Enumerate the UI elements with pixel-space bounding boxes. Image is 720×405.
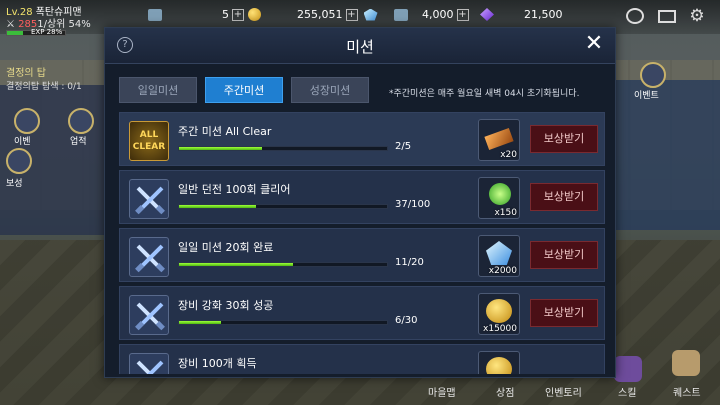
claim-reward-button[interactable]: 보상받기	[530, 299, 598, 327]
gold-coin-icon	[248, 8, 261, 21]
mission-row: 일반 던전 100회 클리어 37/100 x150 보상받기	[119, 170, 605, 224]
mission-progress-bar	[178, 146, 388, 151]
reward-item[interactable]: x15000	[478, 293, 520, 335]
exp-bar: EXP 28%	[6, 28, 66, 36]
mission-title: 일반 던전 100회 클리어	[178, 183, 291, 196]
quest-menu-icon[interactable]	[672, 350, 700, 376]
mission-row: 장비 100개 획득	[119, 344, 605, 374]
all-clear-badge-top: ALL	[139, 130, 159, 140]
menu-skill[interactable]: 스킬	[618, 384, 636, 399]
gem-counter: 4,000 +	[394, 8, 469, 21]
mission-title: 장비 100개 획득	[178, 357, 257, 370]
mission-progress-bar	[178, 204, 388, 209]
all-clear-badge-bottom: CLEAR	[132, 142, 166, 152]
event-right-label: 이벤트	[634, 91, 659, 101]
mission-progress-fill	[179, 321, 221, 324]
event-side-button[interactable]	[14, 108, 40, 134]
achievement-side-button[interactable]	[68, 108, 94, 134]
menu-inventory[interactable]: 인벤토리	[545, 384, 582, 399]
reward-item[interactable]: x20	[478, 119, 520, 161]
menu-village-map[interactable]: 마을맵	[428, 384, 456, 399]
mission-count: 2/5	[395, 141, 412, 152]
mission-progress-fill	[179, 263, 294, 266]
add-stamina-button[interactable]: +	[232, 8, 244, 21]
tab-daily[interactable]: 일일미션	[119, 77, 197, 103]
exp-label: EXP 28%	[31, 28, 63, 36]
mission-count: 6/30	[395, 315, 418, 326]
reward-quantity: x2000	[488, 266, 517, 276]
reward-item[interactable]: x2000	[478, 235, 520, 277]
exp-bar-fill	[7, 31, 24, 35]
mission-count: 37/100	[395, 199, 431, 210]
reward-quantity: x150	[494, 208, 517, 218]
tab-growth[interactable]: 성장미션	[291, 77, 369, 103]
crystal-counter: 21,500	[480, 8, 563, 21]
purple-crystal-icon	[480, 8, 494, 21]
gem-ticket-icon	[394, 8, 408, 21]
gems-value: 4,000	[422, 8, 454, 21]
gear-icon[interactable]: ⚙	[688, 8, 706, 25]
crossed-swords-small-icon: ⚔	[6, 19, 15, 30]
skill-menu-icon[interactable]	[614, 356, 642, 382]
crossed-swords-icon	[129, 179, 169, 219]
crystals-value: 21,500	[524, 8, 563, 21]
mission-dialog: ? 미션 ✕ 일일미션 주간미션 성장미션 *주간미션은 매주 월요일 새벽 0…	[104, 27, 616, 378]
mission-title: 주간 미션 All Clear	[178, 125, 272, 138]
quest-progress[interactable]: 결정의탑 탐색 : 0/1	[6, 79, 82, 92]
add-gems-button[interactable]: +	[456, 8, 469, 21]
gold-counter: 255,051 +	[297, 8, 378, 21]
reward-quantity: x20	[500, 150, 517, 160]
mission-progress-bar	[178, 320, 388, 325]
all-clear-icon: ALL CLEAR	[129, 121, 169, 161]
mission-progress-fill	[179, 205, 256, 208]
mission-count: 11/20	[395, 257, 424, 268]
claim-reward-button[interactable]: 보상받기	[530, 241, 598, 269]
event-right-button[interactable]	[640, 62, 666, 88]
stamina-counter: 5 +	[148, 8, 261, 21]
mission-list[interactable]: ALL CLEAR 주간 미션 All Clear 2/5 x20 보상받기 일반 던전 1…	[119, 112, 605, 374]
reward-side-button[interactable]	[6, 148, 32, 174]
claim-reward-button[interactable]: 보상받기	[530, 183, 598, 211]
mission-title: 장비 강화 30회 성공	[178, 299, 274, 312]
crossed-swords-icon	[129, 237, 169, 277]
mission-tabs: 일일미션 주간미션 성장미션	[119, 77, 369, 103]
mission-title: 일일 미션 20회 완료	[178, 241, 274, 254]
reward-side-label: 보성	[6, 179, 23, 189]
reward-item[interactable]	[478, 351, 520, 374]
add-gold-button[interactable]: +	[345, 8, 358, 21]
menu-shop[interactable]: 상점	[496, 384, 514, 399]
claim-reward-button[interactable]: 보상받기	[530, 125, 598, 153]
mission-row: ALL CLEAR 주간 미션 All Clear 2/5 x20 보상받기	[119, 112, 605, 166]
chat-icon[interactable]	[626, 8, 644, 24]
event-side-label: 이벤	[14, 137, 31, 147]
mission-row: 일일 미션 20회 완료 11/20 x2000 보상받기	[119, 228, 605, 282]
reset-notice: *주간미션은 매주 월요일 새벽 04시 초기화됩니다.	[389, 89, 580, 99]
stamina-value: 5	[222, 8, 229, 21]
dialog-header: ? 미션 ✕	[105, 28, 615, 64]
menu-quest[interactable]: 퀘스트	[673, 384, 701, 399]
dialog-title: 미션	[346, 38, 374, 56]
gem-icon	[363, 8, 378, 21]
stamina-icon	[148, 8, 162, 21]
quest-title[interactable]: 결정의 탑	[6, 64, 46, 79]
gold-value: 255,051	[297, 8, 343, 21]
mission-progress-fill	[179, 147, 263, 150]
reward-item[interactable]: x150	[478, 177, 520, 219]
crossed-swords-icon	[129, 295, 169, 335]
mission-progress-bar	[178, 262, 388, 267]
close-icon[interactable]: ✕	[583, 32, 605, 56]
mission-row: 장비 강화 30회 성공 6/30 x15000 보상받기	[119, 286, 605, 340]
reward-quantity: x15000	[483, 324, 517, 334]
mail-icon[interactable]	[658, 10, 676, 23]
achievement-side-label: 업적	[70, 137, 87, 147]
tab-weekly[interactable]: 주간미션	[205, 77, 283, 103]
crossed-swords-icon	[129, 353, 169, 374]
